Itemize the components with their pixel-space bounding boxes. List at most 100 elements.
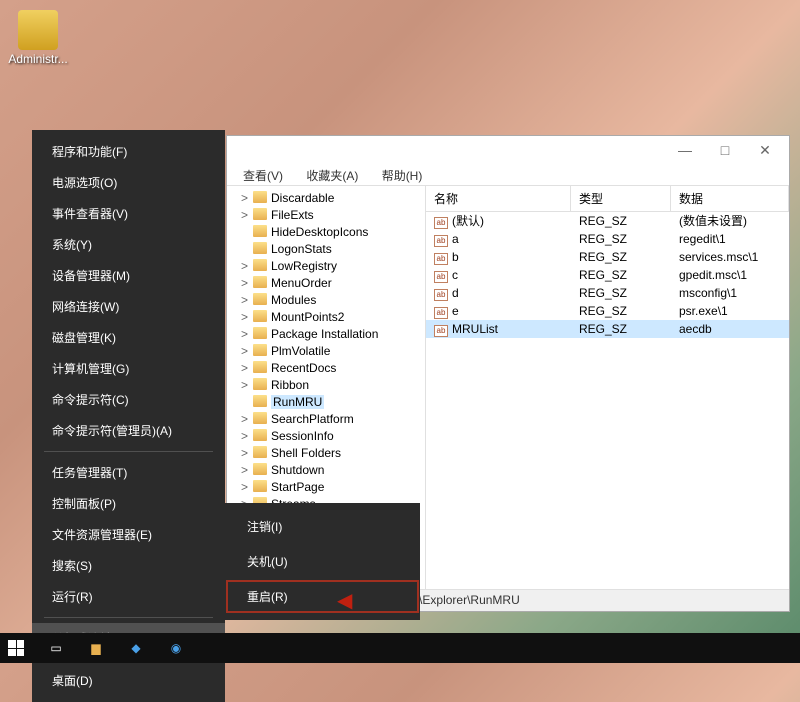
task-view-button[interactable]: ▭: [44, 636, 68, 660]
tree-item[interactable]: >MountPoints2: [235, 309, 425, 326]
expand-icon[interactable]: >: [241, 292, 253, 309]
list-pane[interactable]: 名称 类型 数据 ab(默认)REG_SZ(数值未设置)abaREG_SZreg…: [426, 186, 789, 589]
value-type: REG_SZ: [571, 266, 671, 284]
expand-icon[interactable]: >: [241, 428, 253, 445]
tree-item[interactable]: > Shutdown: [235, 462, 425, 479]
tree-item[interactable]: >StartPage: [235, 479, 425, 496]
menu-view[interactable]: 查看(V): [233, 164, 293, 187]
folder-icon: [253, 378, 267, 390]
expand-icon[interactable]: >: [241, 275, 253, 292]
tree-label: Shutdown: [271, 463, 324, 477]
menu-help[interactable]: 帮助(H): [372, 164, 433, 187]
winx-item[interactable]: 运行(R): [32, 581, 225, 612]
column-name[interactable]: 名称: [426, 186, 571, 211]
expand-icon[interactable]: >: [241, 377, 253, 394]
string-value-icon: ab: [434, 253, 448, 265]
tree-item[interactable]: >SearchPlatform: [235, 411, 425, 428]
winx-item[interactable]: 系统(Y): [32, 229, 225, 260]
folder-icon: [253, 463, 267, 475]
winx-item[interactable]: 命令提示符(C): [32, 384, 225, 415]
tree-item[interactable]: > Discardable: [235, 190, 425, 207]
folder-icon: [253, 242, 267, 254]
value-name: b: [452, 250, 459, 264]
winx-item[interactable]: 命令提示符(管理员)(A): [32, 415, 225, 446]
expand-icon[interactable]: >: [241, 462, 253, 479]
tree-item[interactable]: LogonStats: [235, 241, 425, 258]
winx-item[interactable]: 设备管理器(M): [32, 260, 225, 291]
tree-item[interactable]: >LowRegistry: [235, 258, 425, 275]
expand-icon[interactable]: >: [241, 479, 253, 496]
expand-icon[interactable]: >: [241, 445, 253, 462]
column-type[interactable]: 类型: [571, 186, 671, 211]
winx-desktop[interactable]: 桌面(D): [32, 665, 225, 696]
tree-item[interactable]: >MenuOrder: [235, 275, 425, 292]
winx-item[interactable]: 文件资源管理器(E): [32, 519, 225, 550]
tree-item[interactable]: > Shell Folders: [235, 445, 425, 462]
tree-item[interactable]: >Package Installation: [235, 326, 425, 343]
winx-item[interactable]: 磁盘管理(K): [32, 322, 225, 353]
desktop-icon-administrator[interactable]: Administr...: [8, 10, 68, 66]
value-data: regedit\1: [671, 230, 789, 248]
tree-label: Shell Folders: [271, 446, 341, 460]
tree-label: FileExts: [271, 208, 314, 222]
list-row[interactable]: abeREG_SZpsr.exe\1: [426, 302, 789, 320]
expand-icon[interactable]: >: [241, 360, 253, 377]
tree-item[interactable]: >Ribbon: [235, 377, 425, 394]
string-value-icon: ab: [434, 307, 448, 319]
winx-item[interactable]: 程序和功能(F): [32, 136, 225, 167]
expand-icon[interactable]: >: [241, 309, 253, 326]
folder-icon: [253, 276, 267, 288]
value-data: (数值未设置): [671, 212, 789, 230]
tree-item[interactable]: > FileExts: [235, 207, 425, 224]
tree-item[interactable]: HideDesktopIcons: [235, 224, 425, 241]
tree-item[interactable]: RunMRU: [235, 394, 425, 411]
list-row[interactable]: ab(默认)REG_SZ(数值未设置): [426, 212, 789, 230]
expand-icon[interactable]: >: [241, 190, 253, 207]
tree-item[interactable]: > PlmVolatile: [235, 343, 425, 360]
tree-label: Discardable: [271, 191, 334, 205]
tree-item[interactable]: > Modules: [235, 292, 425, 309]
list-row[interactable]: abaREG_SZregedit\1: [426, 230, 789, 248]
winx-item[interactable]: 网络连接(W): [32, 291, 225, 322]
expand-icon[interactable]: >: [241, 411, 253, 428]
expand-icon[interactable]: >: [241, 207, 253, 224]
list-row[interactable]: abbREG_SZservices.msc\1: [426, 248, 789, 266]
winx-item[interactable]: 计算机管理(G): [32, 353, 225, 384]
taskbar-app-3[interactable]: ◉: [164, 636, 188, 660]
value-name: a: [452, 232, 459, 246]
winx-item[interactable]: 电源选项(O): [32, 167, 225, 198]
minimize-button[interactable]: —: [665, 142, 705, 158]
start-button[interactable]: [4, 636, 28, 660]
tree-item[interactable]: > SessionInfo: [235, 428, 425, 445]
folder-icon: [253, 191, 267, 203]
column-data[interactable]: 数据: [671, 186, 789, 211]
taskbar-app-explorer[interactable]: ▆: [84, 636, 108, 660]
tree-item[interactable]: >RecentDocs: [235, 360, 425, 377]
value-type: REG_SZ: [571, 284, 671, 302]
folder-icon: [253, 310, 267, 322]
tree-label: SessionInfo: [271, 429, 334, 443]
list-row[interactable]: abMRUListREG_SZaecdb: [426, 320, 789, 338]
value-name: (默认): [452, 214, 484, 228]
submenu-signout[interactable]: 注销(I): [225, 509, 420, 544]
expand-icon[interactable]: >: [241, 326, 253, 343]
winx-item[interactable]: 任务管理器(T): [32, 457, 225, 488]
maximize-button[interactable]: □: [705, 142, 745, 158]
submenu-restart[interactable]: 重启(R): [225, 579, 420, 614]
expand-icon[interactable]: >: [241, 343, 253, 360]
submenu-shutdown[interactable]: 关机(U): [225, 544, 420, 579]
winx-item[interactable]: 控制面板(P): [32, 488, 225, 519]
taskbar-app-2[interactable]: ◆: [124, 636, 148, 660]
winx-item[interactable]: 事件查看器(V): [32, 198, 225, 229]
winx-item[interactable]: 搜索(S): [32, 550, 225, 581]
list-row[interactable]: abdREG_SZmsconfig\1: [426, 284, 789, 302]
list-row[interactable]: abcREG_SZgpedit.msc\1: [426, 266, 789, 284]
close-button[interactable]: ✕: [745, 142, 785, 159]
value-type: REG_SZ: [571, 230, 671, 248]
tree-label: PlmVolatile: [271, 344, 330, 358]
value-type: REG_SZ: [571, 248, 671, 266]
expand-icon[interactable]: >: [241, 258, 253, 275]
menu-favorites[interactable]: 收藏夹(A): [296, 164, 368, 187]
folder-icon: [253, 361, 267, 373]
tree-label: Modules: [271, 293, 316, 307]
